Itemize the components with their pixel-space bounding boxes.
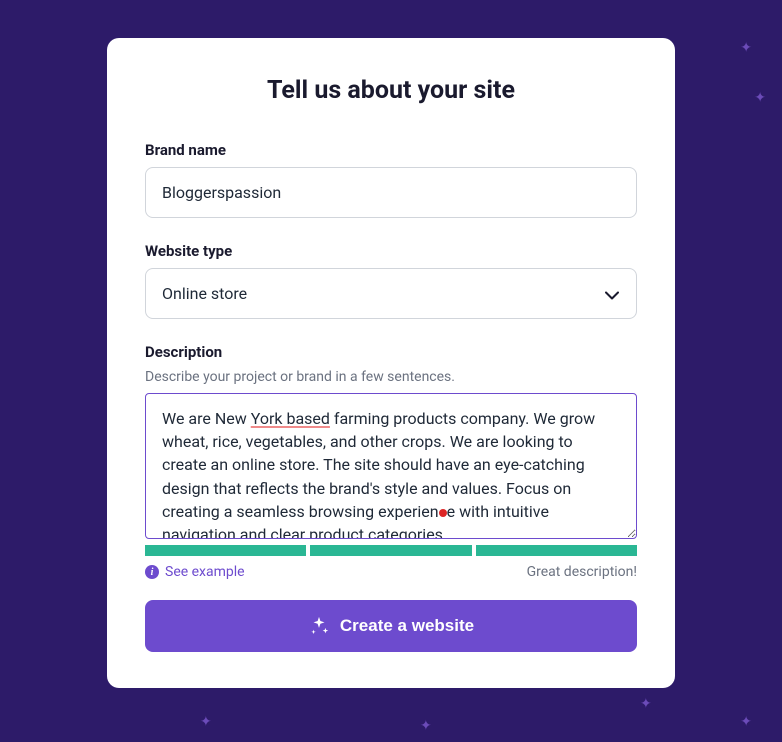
create-website-button[interactable]: Create a website	[145, 600, 637, 652]
see-example-link[interactable]: i See example	[145, 564, 245, 580]
see-example-label: See example	[165, 564, 245, 580]
progress-bar-3	[476, 545, 637, 556]
description-textarea[interactable]: We are New York based farming products c…	[146, 394, 636, 538]
create-button-label: Create a website	[340, 616, 474, 636]
website-type-select[interactable]: Online store	[145, 268, 637, 319]
website-type-select-wrapper: Online store	[145, 268, 637, 319]
brand-name-group: Brand name	[145, 141, 637, 218]
sparkles-icon	[308, 615, 330, 637]
form-card: Tell us about your site Brand name Websi…	[107, 38, 675, 688]
progress-bar-1	[145, 545, 306, 556]
brand-name-input[interactable]	[145, 167, 637, 218]
page-title: Tell us about your site	[145, 76, 637, 105]
feedback-quality-text: Great description!	[527, 564, 637, 580]
description-help-text: Describe your project or brand in a few …	[145, 369, 637, 385]
description-textarea-wrapper: We are New York based farming products c…	[145, 393, 637, 539]
brand-name-label: Brand name	[145, 141, 637, 159]
website-type-group: Website type Online store	[145, 242, 637, 319]
description-label: Description	[145, 343, 637, 361]
progress-bar-2	[310, 545, 471, 556]
feedback-row: i See example Great description!	[145, 564, 637, 580]
description-progress	[145, 545, 637, 556]
info-icon: i	[145, 565, 159, 579]
website-type-label: Website type	[145, 242, 637, 260]
description-group: Description Describe your project or bra…	[145, 343, 637, 539]
